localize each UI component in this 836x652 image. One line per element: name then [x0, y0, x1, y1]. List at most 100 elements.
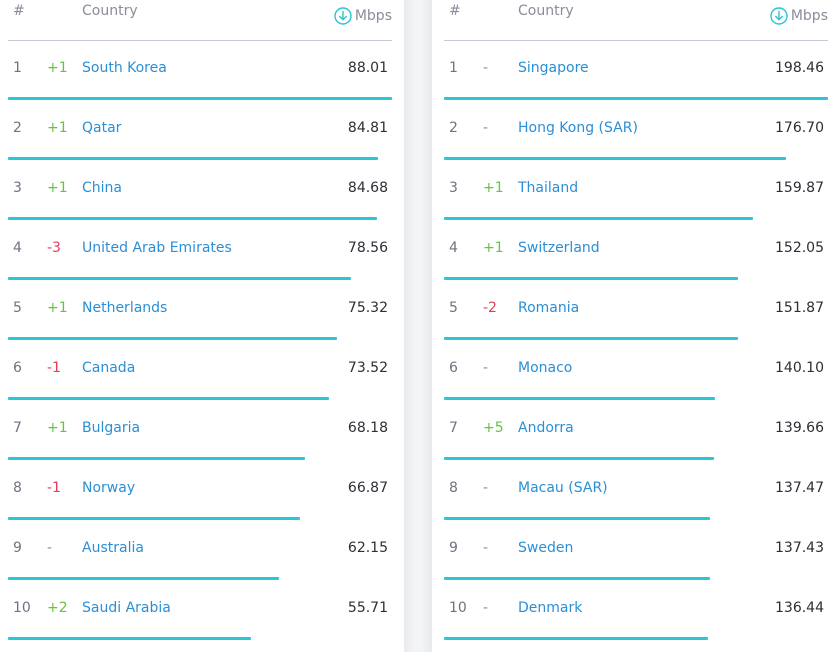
country-link[interactable]: Hong Kong (SAR) [518, 120, 638, 136]
rank-change: -1 [47, 480, 61, 496]
right-ranking-panel: # Country Mbps 1 - Singapore 198.46 2 - Hong K… [432, 0, 836, 652]
country-link[interactable]: Bulgaria [82, 420, 140, 436]
header-country: Country [518, 3, 574, 19]
table-row: 10 +2 Saudi Arabia 55.71 [8, 580, 392, 640]
speed-value: 68.18 [347, 420, 388, 436]
table-row: 3 +1 China 84.68 [8, 160, 392, 220]
table-row: 7 +5 Andorra 139.66 [444, 400, 828, 460]
rank-number: 3 [13, 180, 22, 196]
speed-value: 198.46 [775, 60, 824, 76]
country-link[interactable]: Canada [82, 360, 135, 376]
rank-change: - [47, 540, 53, 556]
rank-number: 4 [449, 240, 458, 256]
country-link[interactable]: United Arab Emirates [82, 240, 232, 256]
country-link[interactable]: Thailand [518, 180, 578, 196]
country-link[interactable]: Qatar [82, 120, 121, 136]
speed-value: 137.47 [775, 480, 824, 496]
download-arrow-circle-icon [770, 7, 788, 25]
table-row: 1 +1 South Korea 88.01 [8, 40, 392, 100]
table-header: # Country Mbps [8, 0, 392, 41]
country-link[interactable]: Romania [518, 300, 579, 316]
table-row: 6 - Monaco 140.10 [444, 340, 828, 400]
speed-value: 73.52 [347, 360, 388, 376]
country-link[interactable]: Andorra [518, 420, 574, 436]
rank-number: 8 [13, 480, 22, 496]
rank-change: +2 [47, 600, 68, 616]
rank-number: 10 [449, 600, 467, 616]
country-link[interactable]: Saudi Arabia [82, 600, 171, 616]
rank-number: 2 [13, 120, 22, 136]
country-link[interactable]: Norway [82, 480, 135, 496]
speed-value: 159.87 [775, 180, 824, 196]
header-rank: # [449, 3, 461, 19]
table-row: 8 -1 Norway 66.87 [8, 460, 392, 520]
table-row: 9 - Australia 62.15 [8, 520, 392, 580]
speed-value: 55.71 [347, 600, 388, 616]
speed-value: 62.15 [347, 540, 388, 556]
rank-change: +5 [483, 420, 504, 436]
rank-change: +1 [47, 180, 68, 196]
speed-value: 152.05 [775, 240, 824, 256]
rank-number: 8 [449, 480, 458, 496]
speed-value: 78.56 [347, 240, 388, 256]
speed-value: 84.81 [347, 120, 388, 136]
rank-number: 1 [13, 60, 22, 76]
rank-number: 7 [449, 420, 458, 436]
rank-change: - [483, 360, 489, 376]
country-link[interactable]: Australia [82, 540, 144, 556]
header-speed-unit: Mbps [334, 7, 392, 25]
rank-number: 6 [449, 360, 458, 376]
rank-number: 3 [449, 180, 458, 196]
panel-gutter [404, 0, 432, 652]
country-link[interactable]: Denmark [518, 600, 582, 616]
country-link[interactable]: China [82, 180, 122, 196]
rank-change: +1 [483, 180, 504, 196]
country-link[interactable]: Macau (SAR) [518, 480, 608, 496]
speed-value: 176.70 [775, 120, 824, 136]
rank-number: 1 [449, 60, 458, 76]
table-row: 6 -1 Canada 73.52 [8, 340, 392, 400]
country-link[interactable]: Singapore [518, 60, 589, 76]
rank-change: - [483, 60, 489, 76]
table-row: 2 +1 Qatar 84.81 [8, 100, 392, 160]
table-row: 9 - Sweden 137.43 [444, 520, 828, 580]
country-link[interactable]: Switzerland [518, 240, 600, 256]
rank-number: 2 [449, 120, 458, 136]
header-rank: # [13, 3, 25, 19]
table-row: 4 -3 United Arab Emirates 78.56 [8, 220, 392, 280]
table-row: 5 +1 Netherlands 75.32 [8, 280, 392, 340]
download-arrow-circle-icon [334, 7, 352, 25]
speed-bar [8, 637, 252, 640]
country-link[interactable]: South Korea [82, 60, 167, 76]
speed-value: 139.66 [775, 420, 824, 436]
rank-number: 7 [13, 420, 22, 436]
country-link[interactable]: Monaco [518, 360, 572, 376]
speed-value: 66.87 [347, 480, 388, 496]
rank-change: - [483, 600, 489, 616]
table-row: 1 - Singapore 198.46 [444, 40, 828, 100]
rank-number: 5 [13, 300, 22, 316]
rank-number: 9 [449, 540, 458, 556]
speed-value: 136.44 [775, 600, 824, 616]
rank-change: +1 [47, 420, 68, 436]
table-row: 5 -2 Romania 151.87 [444, 280, 828, 340]
speed-value: 151.87 [775, 300, 824, 316]
speed-ranking-page: # Country Mbps 1 +1 South Korea 88.01 2 +1 Qat… [0, 0, 836, 652]
rank-change: -1 [47, 360, 61, 376]
table-row: 7 +1 Bulgaria 68.18 [8, 400, 392, 460]
country-link[interactable]: Sweden [518, 540, 573, 556]
speed-value: 84.68 [347, 180, 388, 196]
table-row: 8 - Macau (SAR) 137.47 [444, 460, 828, 520]
header-unit-label: Mbps [790, 8, 828, 24]
left-ranking-panel: # Country Mbps 1 +1 South Korea 88.01 2 +1 Qat… [0, 0, 404, 652]
rank-change: +1 [47, 300, 68, 316]
rank-change: +1 [47, 120, 68, 136]
table-row: 2 - Hong Kong (SAR) 176.70 [444, 100, 828, 160]
table-row: 4 +1 Switzerland 152.05 [444, 220, 828, 280]
table-header: # Country Mbps [444, 0, 828, 41]
rank-number: 6 [13, 360, 22, 376]
speed-value: 88.01 [347, 60, 388, 76]
speed-bar [444, 637, 708, 640]
rank-change: +1 [47, 60, 68, 76]
country-link[interactable]: Netherlands [82, 300, 167, 316]
